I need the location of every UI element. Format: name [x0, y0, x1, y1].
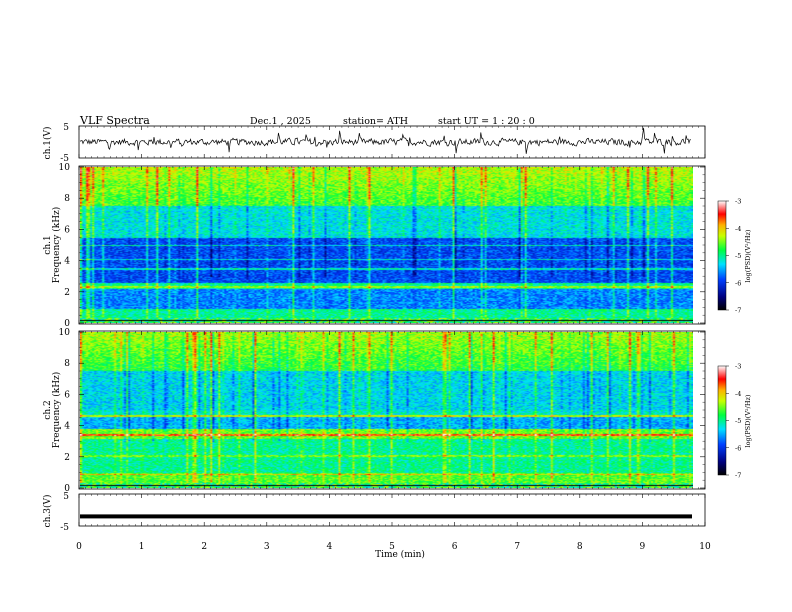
ch2-frequency-ylabel: Frequency (kHz): [51, 372, 62, 449]
time-tick-label: 7: [514, 542, 520, 552]
colorbar-tick-label: -4: [735, 225, 741, 233]
ch1-colorbar-label: log(PSD)(V²/Hz): [744, 229, 752, 282]
colorbar-tick-label: -6: [735, 444, 741, 452]
frequency-tick-label: 10: [59, 328, 71, 338]
ch1-waveform-ylabel: ch.1(V): [42, 127, 53, 160]
ch3-ytick-bottom: -5: [60, 523, 69, 533]
colorbar-tick-label: -6: [735, 279, 741, 287]
frequency-tick-label: 8: [64, 194, 70, 204]
time-tick-label: 1: [139, 542, 145, 552]
time-tick-label: 8: [577, 542, 583, 552]
frequency-tick-label: 2: [64, 288, 70, 298]
start-ut-label: start UT = 1 : 20 : 0: [438, 116, 535, 127]
colorbar-tick-label: -5: [735, 252, 741, 260]
colorbar-tick-label: -3: [735, 363, 741, 371]
ch2-colorbar-ticks: -3 -4 -5 -6 -7: [726, 363, 741, 480]
figure-title: VLF Spectra: [79, 114, 150, 127]
time-tick-label: 10: [699, 542, 711, 552]
frequency-tick-label: 2: [64, 453, 70, 463]
ch2-colorbar-scale: [717, 365, 727, 476]
ch1-spectrogram-panel: 0246810 ch.1 Frequency (kHz): [43, 163, 706, 329]
colorbar-tick-label: -4: [735, 390, 741, 398]
ch1-colorbar-ticks: -3 -4 -5 -6 -7: [726, 198, 741, 315]
frequency-tick-label: 10: [59, 163, 71, 173]
ch3-waveform-frame: [78, 493, 706, 527]
ch1-colorbar: -3 -4 -5 -6 -7 log(PSD)(V²/Hz): [717, 198, 752, 315]
ch2-colorbar: -3 -4 -5 -6 -7 log(PSD)(V²/Hz): [717, 363, 752, 480]
time-tick-label: 6: [452, 542, 458, 552]
ch2-spectrogram-panel: 0246810 ch.2 Frequency (kHz): [43, 328, 706, 494]
colorbar-tick-label: -7: [735, 472, 741, 480]
time-tick-label: 0: [76, 542, 82, 552]
frequency-tick-label: 4: [64, 257, 70, 267]
colorbar-tick-label: -5: [735, 417, 741, 425]
ch1-frequency-ylabel: Frequency (kHz): [51, 207, 62, 284]
time-tick-label: 3: [264, 542, 270, 552]
time-axis-label: Time (min): [375, 549, 425, 560]
frequency-tick-label: 6: [64, 225, 70, 235]
ch1-ytick-top: 5: [63, 123, 69, 133]
frequency-tick-label: 8: [64, 359, 70, 369]
station-label: station= ATH: [343, 116, 408, 127]
ch2-spectrogram-image: [80, 332, 693, 488]
frequency-tick-label: 6: [64, 390, 70, 400]
time-tick-label: 9: [640, 542, 646, 552]
ch2-colorbar-label: log(PSD)(V²/Hz): [744, 394, 752, 447]
colorbar-tick-label: -3: [735, 198, 741, 206]
vlf-figure: VLF Spectra Dec.1 , 2025 station= ATH st…: [42, 114, 752, 560]
ch3-ytick-top: 5: [63, 492, 69, 502]
ch3-waveform-panel: 5 -5 ch.3(V): [42, 492, 706, 533]
colorbar-tick-label: -7: [735, 307, 741, 315]
ch3-waveform-trace: [80, 514, 692, 519]
frequency-tick-label: 4: [64, 422, 70, 432]
ch1-spectrogram-image: [80, 167, 693, 323]
time-tick-label: 4: [327, 542, 333, 552]
ch3-waveform-ylabel: ch.3(V): [42, 495, 53, 528]
time-tick-label: 2: [201, 542, 207, 552]
ch1-colorbar-scale: [717, 200, 727, 311]
date-label: Dec.1 , 2025: [250, 116, 311, 127]
